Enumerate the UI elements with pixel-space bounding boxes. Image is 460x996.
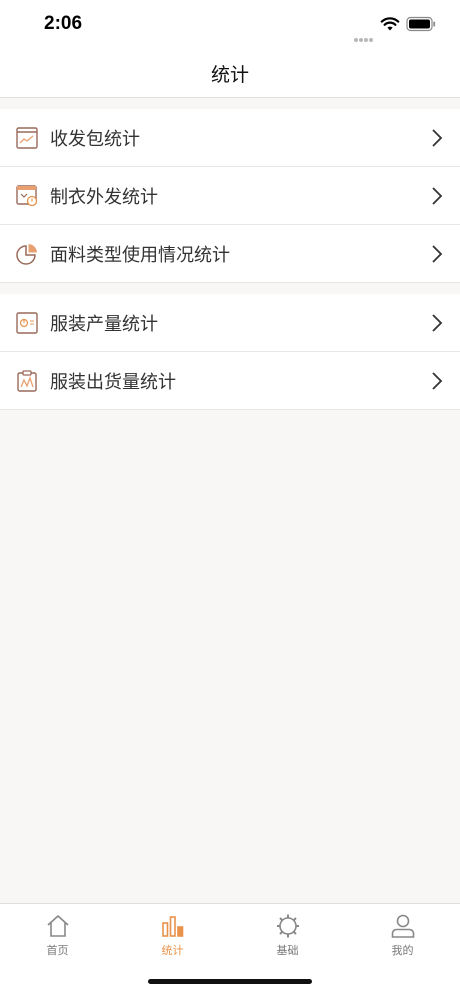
row-label: 服装产量统计 bbox=[50, 314, 158, 335]
output-report-icon bbox=[16, 312, 38, 334]
page-title: 统计 bbox=[210, 64, 249, 86]
row-garment-output-statistics[interactable]: 服装产量统计 bbox=[0, 294, 460, 352]
pie-chart-icon bbox=[16, 244, 37, 265]
battery-icon bbox=[406, 16, 436, 32]
tab-label: 统计 bbox=[161, 944, 184, 957]
row-bundle-statistics[interactable]: 收发包统计 bbox=[0, 109, 460, 167]
row-label: 制衣外发统计 bbox=[50, 187, 158, 208]
home-indicator bbox=[148, 979, 312, 984]
tab-label: 我的 bbox=[391, 944, 414, 957]
chevron-right-icon bbox=[432, 372, 443, 390]
statistics-group-2: 服装产量统计 服装出货量统计 bbox=[0, 294, 460, 410]
row-garment-outsourcing-statistics[interactable]: 制衣外发统计 bbox=[0, 167, 460, 225]
row-label: 服装出货量统计 bbox=[50, 372, 176, 393]
chevron-right-icon bbox=[432, 129, 443, 147]
statistics-group-1: 收发包统计 制衣外发统计 面料类型使用情况统计 bbox=[0, 109, 460, 283]
row-garment-shipment-statistics[interactable]: 服装出货量统计 bbox=[0, 352, 460, 410]
tab-basic[interactable]: 基础 bbox=[230, 904, 345, 968]
user-icon bbox=[391, 914, 415, 938]
bar-chart-icon bbox=[162, 916, 184, 937]
navigation-bar: 统计 bbox=[0, 50, 460, 98]
tab-mine[interactable]: 我的 bbox=[345, 904, 460, 968]
status-bar: 2:06 bbox=[0, 0, 460, 50]
status-time: 2:06 bbox=[44, 13, 83, 34]
row-label: 收发包统计 bbox=[50, 129, 140, 150]
clothing-send-icon bbox=[16, 185, 38, 207]
tab-label: 基础 bbox=[276, 944, 299, 957]
chevron-right-icon bbox=[432, 187, 443, 205]
row-label: 面料类型使用情况统计 bbox=[50, 245, 230, 266]
statistics-screen: 2:06 统计 收发包统计 制衣外发统计 面料类型使用情况统计 服装产量统计 服… bbox=[0, 0, 460, 996]
tab-home[interactable]: 首页 bbox=[0, 904, 115, 968]
tab-label: 首页 bbox=[46, 944, 69, 957]
wifi-icon bbox=[380, 17, 400, 31]
chart-window-icon bbox=[16, 127, 38, 149]
row-fabric-usage-statistics[interactable]: 面料类型使用情况统计 bbox=[0, 225, 460, 283]
clipboard-wave-icon bbox=[17, 370, 37, 392]
chevron-right-icon bbox=[432, 314, 443, 332]
chevron-right-icon bbox=[432, 245, 443, 263]
signal-icon bbox=[354, 27, 374, 46]
home-icon bbox=[47, 915, 69, 937]
gear-icon bbox=[277, 914, 299, 938]
tab-statistics[interactable]: 统计 bbox=[115, 904, 230, 968]
